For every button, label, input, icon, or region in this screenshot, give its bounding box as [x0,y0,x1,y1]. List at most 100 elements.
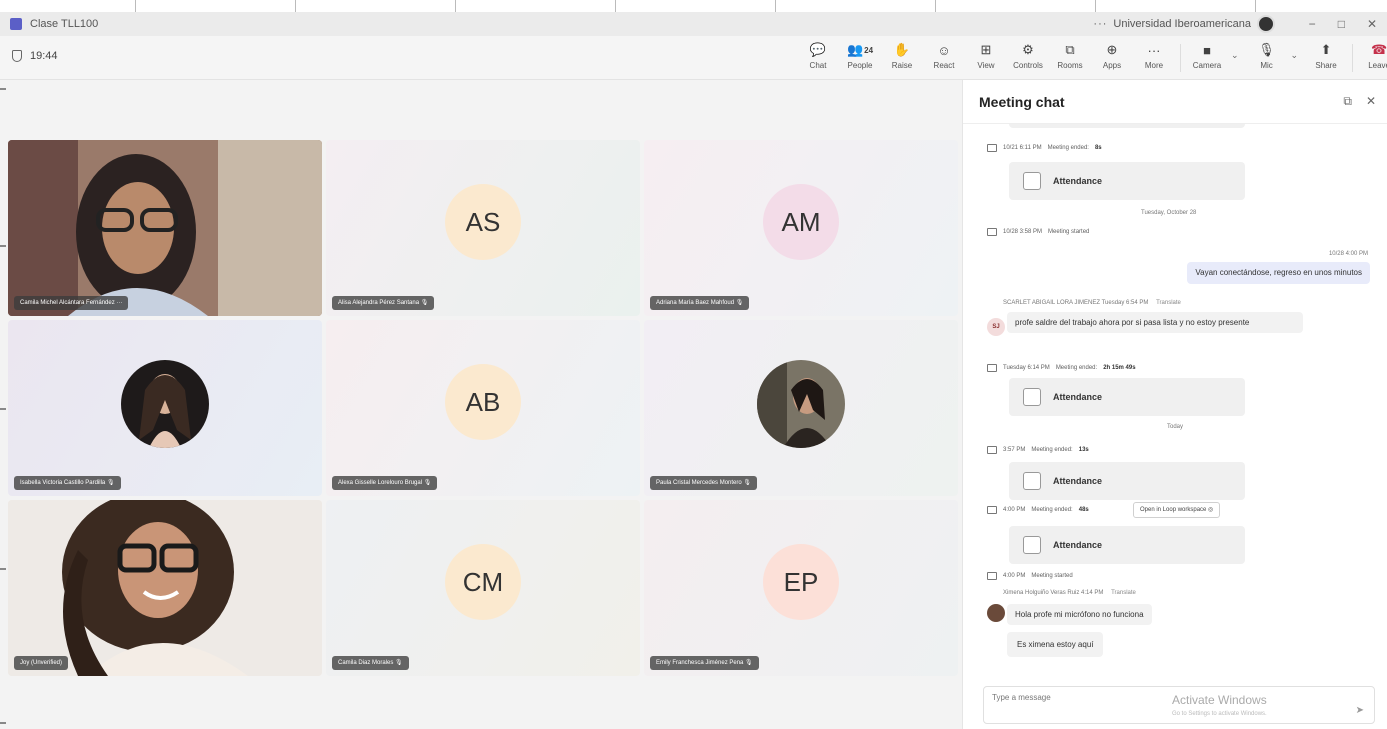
edge-marker [0,245,6,247]
participant-name: Adriana María Baez Mahfoud 🎙 [650,296,750,310]
document-icon [1023,536,1041,554]
participant-tile[interactable]: Camila Michel Alcántara Fernández ··· [8,140,322,316]
share-button[interactable]: ⬆ Share [1308,40,1344,76]
mic-off-icon: 🎙 [106,480,115,486]
meeting-event-icon [987,506,997,514]
translate-link[interactable]: Translate [1111,590,1136,596]
message-bubble[interactable]: Es ximena estoy aquí [1007,632,1104,657]
chat-icon: 💬 [809,42,827,57]
people-count: 24 [864,45,874,55]
meeting-timer: 19:44 [12,50,58,62]
rooms-icon: ⧉ [1065,42,1075,57]
close-chat-icon[interactable]: ✕ [1366,94,1376,109]
edge-marker [0,408,6,410]
pop-out-icon[interactable]: ⧉ [1343,94,1352,109]
chat-messages: 10/21 6:11 PM Meeting ended: 8s Attendan… [963,124,1387,684]
teams-app-icon [10,18,22,30]
my-message-bubble[interactable]: Vayan conectándose, regreso en unos minu… [1187,262,1370,284]
more-options-icon[interactable]: ··· [1093,18,1107,30]
participant-tile[interactable]: Isabella Victoria Castillo Pardilla 🎙 [8,320,322,496]
teams-meeting-window: Clase TLL100 ··· Universidad Iberoameric… [0,0,1387,729]
close-window-icon[interactable]: ✕ [1367,17,1377,31]
mic-off-icon: 🎙 [745,660,753,666]
participant-video [8,140,322,316]
account-avatar[interactable] [1257,15,1275,33]
document-icon [1023,172,1041,190]
translate-link[interactable]: Translate [1156,300,1181,306]
meeting-toolbar: 19:44 💬 Chat 👥 24 People ✋ Raise ☺ React ⊞ Vie… [0,36,1387,80]
meeting-event: 3:57 PM Meeting ended: 13s [987,446,1089,454]
meeting-event: 10/28 3:58 PM Meeting started [987,228,1089,236]
participant-tile[interactable]: AS Alisa Alejandra Pérez Santana 🎙 [326,140,640,316]
view-button[interactable]: ⊞ View [968,40,1004,76]
rooms-button[interactable]: ⧉ Rooms [1052,40,1088,76]
raise-hand-icon: ✋ [893,42,911,57]
meeting-chat-panel: Meeting chat ⧉ ✕ 10/21 6:11 PM Meeting e… [962,80,1387,729]
message-input[interactable] [992,693,1152,702]
apps-button[interactable]: ⊕ Apps [1094,40,1130,76]
chat-header-controls: ⧉ ✕ [1343,94,1376,109]
participant-avatar-initials: EP [763,544,839,620]
leave-phone-icon: ☎ [1370,42,1387,57]
maximize-icon[interactable]: □ [1338,17,1345,31]
attendance-card[interactable]: Attendance [1009,162,1245,200]
leave-button[interactable]: ☎Leave [1361,40,1387,76]
activate-windows-subtext: Go to Settings to activate Windows. [1172,711,1267,717]
attendance-card[interactable] [1009,124,1245,128]
participant-tile[interactable]: Joy (Unverified) [8,500,322,676]
meeting-event-icon [987,364,997,372]
loop-icon: ◎ [1208,507,1214,513]
attendance-card[interactable]: Attendance [1009,526,1245,564]
mic-off-icon: 🎙 [743,480,751,486]
video-grid: Camila Michel Alcántara Fernández ··· AS… [0,80,962,729]
mic-off-icon: 🎙 [735,300,744,306]
participant-tile[interactable]: CM Camila Diaz Morales 🎙 [326,500,640,676]
attendance-card[interactable]: Attendance [1009,462,1245,500]
mic-button[interactable]: 🎙 Mic [1249,40,1285,76]
meeting-event: 10/21 6:11 PM Meeting ended: 8s [987,144,1102,152]
more-button[interactable]: ··· More [1136,40,1172,76]
controls-icon: ⚙ [1022,42,1034,57]
more-icon: ··· [116,300,123,306]
org-switcher[interactable]: ··· Universidad Iberoamericana [1093,15,1275,33]
meeting-event-icon [987,144,997,152]
meeting-event-icon [987,572,997,580]
open-in-loop-button[interactable]: Open in Loop workspace ◎ [1133,502,1221,518]
minimize-icon[interactable]: − [1309,17,1316,31]
participant-tile[interactable]: Paula Cristal Mercedes Montero 🎙 [644,320,958,496]
activate-windows-watermark: Activate Windows [1172,693,1267,707]
chat-header: Meeting chat ⧉ ✕ [963,80,1387,124]
edge-marker [0,88,6,90]
apps-icon: ⊕ [1106,42,1118,57]
message-sender: SCARLET ABIGAIL LORA JIMENEZ Tuesday 6:5… [1003,300,1181,306]
participant-tile[interactable]: AM Adriana María Baez Mahfoud 🎙 [644,140,958,316]
participant-name: Emily Franchesca Jiménez Pena 🎙 [650,656,759,670]
participant-name: Alisa Alejandra Pérez Santana 🎙 [332,296,435,310]
camera-options-chevron-icon[interactable]: ⌄ [1231,50,1239,61]
my-message-time: 10/28 4:00 PM [1328,251,1368,257]
shield-icon [12,50,22,62]
react-button[interactable]: ☺ React [926,40,962,76]
meeting-event: 4:00 PM Meeting started [987,572,1073,580]
raise-hand-button[interactable]: ✋ Raise [884,40,920,76]
chat-button[interactable]: 💬 Chat [800,40,836,76]
send-icon[interactable]: ➤ [1356,705,1364,716]
meeting-event: 4:00 PM Meeting ended: 48s [987,506,1089,514]
edge-marker [0,722,6,724]
view-icon: ⊞ [980,42,992,57]
top-strip [0,0,1387,12]
camera-button[interactable]: ■ Camera [1189,40,1225,76]
people-button[interactable]: 👥 24 People [842,40,878,76]
participant-tile[interactable]: AB Alexa Gisselle Lorelouro Brugal 🎙 [326,320,640,496]
attendance-card[interactable]: Attendance [1009,378,1245,416]
toolbar-actions: 💬 Chat 👥 24 People ✋ Raise ☺ React ⊞ View ⚙ Con… [800,40,1387,76]
controls-button[interactable]: ⚙ Controls [1010,40,1046,76]
message-bubble[interactable]: profe saldre del trabajo ahora por si pa… [1007,312,1303,333]
mic-options-chevron-icon[interactable]: ⌄ [1291,50,1299,61]
org-name: Universidad Iberoamericana [1113,18,1251,30]
meeting-event-icon [987,446,997,454]
toolbar-divider [1180,44,1181,72]
message-bubble[interactable]: Hola profe mi micrófono no funciona [1007,604,1152,625]
mic-off-icon: 🎙 [395,660,403,666]
participant-tile[interactable]: EP Emily Franchesca Jiménez Pena 🎙 [644,500,958,676]
